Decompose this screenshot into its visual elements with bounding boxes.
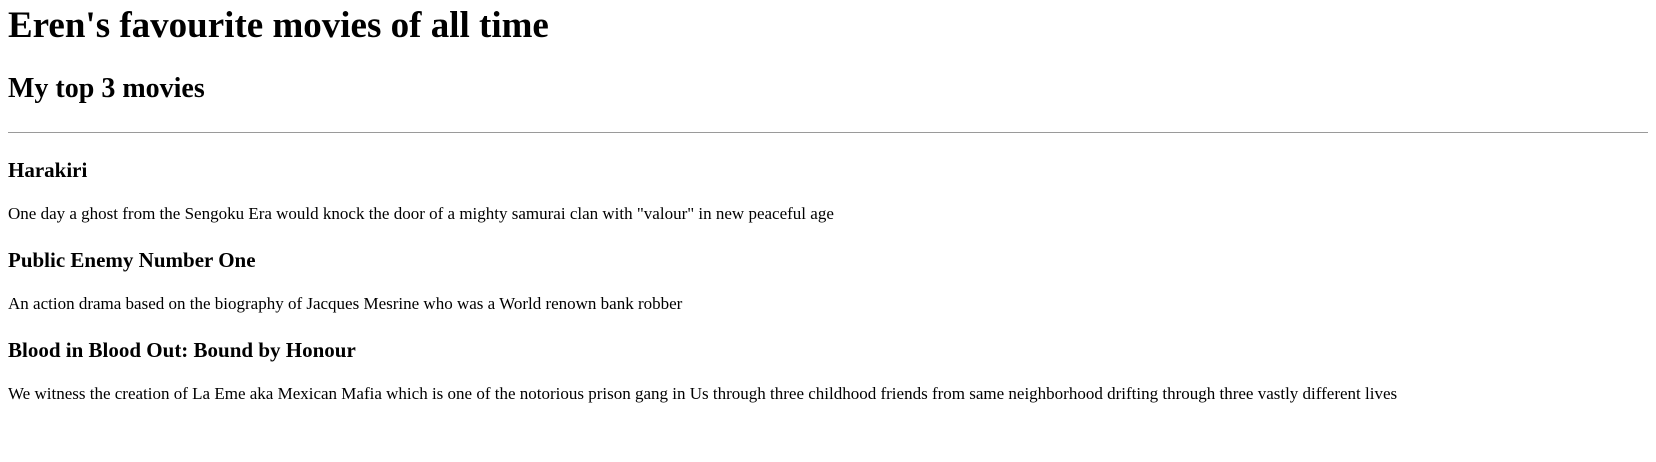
movie-title: Blood in Blood Out: Bound by Honour <box>8 338 356 362</box>
movie-description: We witness the creation of La Eme aka Me… <box>8 384 1398 403</box>
movie-title: Harakiri <box>8 158 88 182</box>
movie-description: An action drama based on the biography o… <box>8 294 683 313</box>
page-subtitle: My top 3 movies <box>8 73 205 104</box>
page-content: Eren's favourite movies of all time My t… <box>0 6 1656 404</box>
movie-list: Harakiri One day a ghost from the Sengok… <box>8 158 1648 404</box>
page-title: Eren's favourite movies of all time <box>8 5 549 46</box>
movie-description: One day a ghost from the Sengoku Era wou… <box>8 204 834 223</box>
movie-title: Public Enemy Number One <box>8 248 256 272</box>
divider <box>8 132 1648 133</box>
